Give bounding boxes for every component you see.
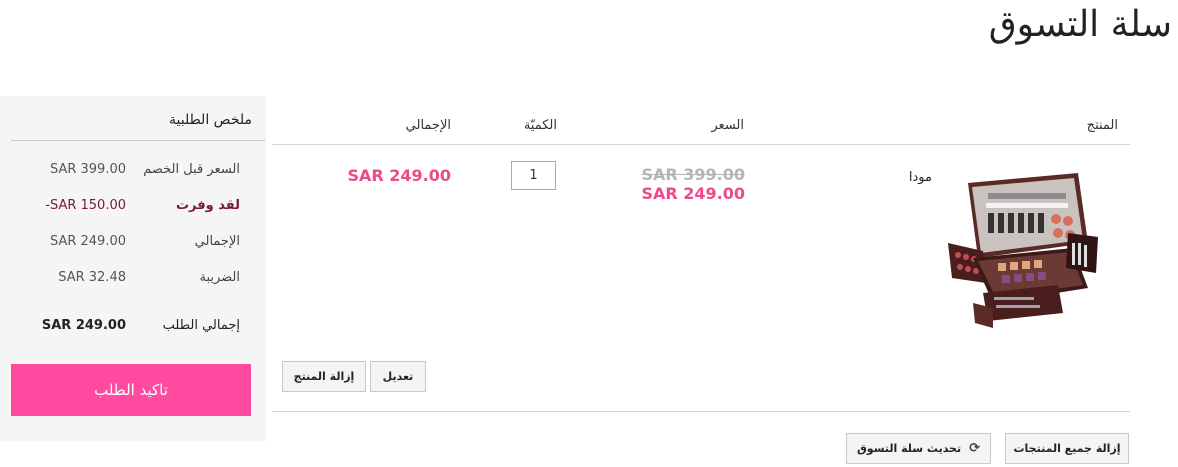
quantity-input[interactable] — [511, 161, 556, 190]
column-header-total: الإجمالي — [405, 118, 451, 133]
summary-divider — [11, 140, 265, 141]
column-header-product: المنتج — [1086, 118, 1118, 133]
remove-item-button[interactable]: إزالة المنتج — [282, 361, 366, 392]
product-image[interactable] — [938, 163, 1100, 333]
checkout-button[interactable]: تاكيد الطلب — [11, 364, 251, 416]
tax-label: الضريبة — [199, 270, 240, 285]
saved-label: لقد وفرت — [175, 198, 240, 213]
table-footer-divider — [272, 411, 1130, 412]
column-header-quantity: الكميّة — [523, 118, 557, 133]
total-label: الإجمالي — [194, 234, 240, 249]
subtotal-before-discount-label: السعر قبل الخصم — [143, 162, 240, 177]
column-header-price: السعر — [711, 118, 744, 133]
makeup-palette-case-icon — [948, 173, 1098, 328]
page-title: سلة التسوق — [988, 4, 1172, 45]
clear-cart-button[interactable]: إزالة جميع المنتجات — [1005, 433, 1129, 464]
update-cart-button[interactable]: تحديث سلة التسوق ⟳ — [846, 433, 991, 464]
refresh-icon: ⟳ — [969, 441, 981, 456]
order-summary: ملخص الطلبية السعر قبل الخصم SAR 399.00 … — [0, 96, 266, 441]
original-price: SAR 399.00 — [641, 165, 745, 184]
summary-title: ملخص الطلبية — [168, 112, 252, 128]
edit-item-button[interactable]: تعديل — [370, 361, 426, 392]
subtotal-before-discount-value: SAR 399.00 — [49, 162, 126, 177]
saved-value: -SAR 150.00 — [45, 198, 126, 213]
order-total-value: SAR 249.00 — [41, 318, 126, 333]
order-total-label: إجمالي الطلب — [162, 318, 240, 333]
tax-value: SAR 32.48 — [58, 270, 126, 285]
update-cart-label: تحديث سلة التسوق — [856, 442, 962, 455]
line-total: SAR 249.00 — [347, 166, 451, 185]
product-name[interactable]: مودا — [896, 170, 932, 185]
sale-price: SAR 249.00 — [641, 184, 745, 203]
total-value: SAR 249.00 — [49, 234, 126, 249]
